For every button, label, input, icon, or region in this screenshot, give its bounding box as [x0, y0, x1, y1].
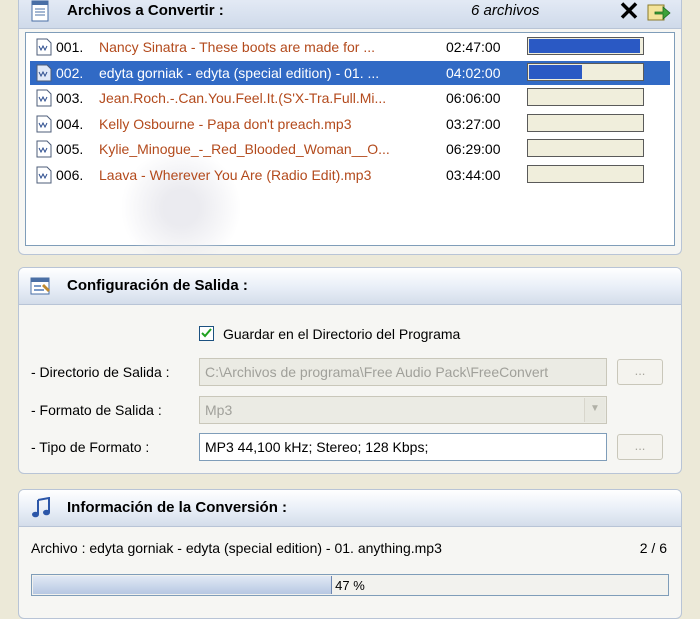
chevron-down-icon[interactable]: ▼ [584, 398, 605, 422]
settings-window-icon [30, 277, 50, 295]
file-progress-fill [529, 64, 582, 79]
file-name: Jean.Roch.-.Can.You.Feel.It.(S'X-Tra.Ful… [99, 90, 387, 106]
export-arrow-icon[interactable] [647, 0, 671, 22]
file-progress-bar [527, 139, 644, 157]
file-name: edyta gorniak - edyta (special edition) … [99, 64, 380, 81]
file-counter: 2 / 6 [639, 540, 667, 556]
audio-file-icon [36, 115, 52, 132]
conversion-progress-bar: 47 % [31, 574, 669, 596]
file-progress-bar [527, 113, 644, 132]
file-duration: 06:29:00 [446, 141, 501, 157]
file-number: 002. [56, 64, 84, 81]
file-count: 6 archivos [471, 2, 540, 19]
file-row[interactable]: 002. edyta gorniak - edyta (special editi… [30, 60, 670, 85]
files-panel: Archivos a Convertir : 6 archivos ✕ 001.… [18, 0, 682, 255]
file-duration: 02:47:00 [446, 39, 501, 55]
file-number: 004. [56, 115, 84, 132]
current-file-text: Archivo : edyta gorniak - edyta (special… [31, 540, 442, 556]
file-row[interactable]: 003. Jean.Roch.-.Can.You.Feel.It.(S'X-Tra… [30, 86, 670, 110]
file-duration: 06:06:00 [446, 90, 501, 106]
format-type-field[interactable]: MP3 44,100 kHz; Stereo; 128 Kbps; [199, 433, 607, 461]
format-type-label: - Tipo de Formato : [31, 439, 150, 455]
output-format-select[interactable]: Mp3 ▼ [199, 396, 607, 424]
audio-file-icon [36, 64, 52, 81]
conversion-progress-text: 47 % [335, 578, 365, 593]
info-panel-header: Información de la Conversión : [19, 490, 681, 527]
audio-file-icon [36, 140, 52, 158]
file-number: 001. [56, 39, 84, 55]
music-note-icon [32, 497, 50, 518]
remove-icon[interactable]: ✕ [616, 0, 642, 24]
file-number: 006. [56, 166, 84, 183]
file-progress-bar [527, 37, 644, 55]
file-list[interactable]: 001. Nancy Sinatra - These boots are made… [25, 32, 675, 254]
audio-file-icon [36, 89, 52, 107]
save-in-program-dir-label[interactable]: Guardar en el Directorio del Programa [223, 326, 460, 342]
checkmark-icon [201, 328, 212, 338]
audio-file-icon [36, 166, 52, 183]
file-progress-fill [529, 39, 640, 53]
file-name: Nancy Sinatra - These boots are made for… [99, 39, 375, 55]
output-dir-field[interactable]: C:\Archivos de programa\Free Audio Pack\… [199, 358, 607, 386]
audio-file-icon [36, 38, 52, 56]
config-panel: Configuración de Salida : Guardar en el … [18, 267, 682, 474]
output-dir-browse-button[interactable]: ... [617, 359, 663, 385]
file-progress-bar [527, 62, 644, 81]
config-panel-title: Configuración de Salida : [67, 277, 248, 294]
file-name: Laava - Wherever You Are (Radio Edit).mp… [99, 166, 372, 183]
file-number: 003. [56, 90, 84, 106]
file-duration: 03:44:00 [446, 166, 501, 183]
file-row[interactable]: 001. Nancy Sinatra - These boots are made… [30, 35, 670, 59]
config-panel-header: Configuración de Salida : [19, 268, 681, 305]
file-duration: 04:02:00 [446, 64, 501, 81]
format-type-browse-button[interactable]: ... [617, 434, 663, 460]
output-dir-label: - Directorio de Salida : [31, 364, 170, 380]
file-name: Kelly Osbourne - Papa don't preach.mp3 [99, 115, 352, 132]
document-list-icon [31, 0, 49, 22]
file-row[interactable]: 005. Kylie_Minogue_-_Red_Blooded_Woman__O… [30, 137, 670, 161]
files-panel-header: Archivos a Convertir : 6 archivos ✕ [19, 0, 681, 29]
output-format-value: Mp3 [205, 402, 233, 418]
files-panel-title: Archivos a Convertir : [67, 2, 224, 19]
file-duration: 03:27:00 [446, 115, 501, 132]
file-number: 005. [56, 141, 84, 157]
file-row[interactable]: 004. Kelly Osbourne - Papa don't preach.m… [30, 112, 670, 136]
file-name: Kylie_Minogue_-_Red_Blooded_Woman__O... [99, 141, 390, 157]
info-panel-title: Información de la Conversión : [67, 499, 288, 516]
file-progress-bar [527, 164, 644, 183]
output-format-label: - Formato de Salida : [31, 402, 162, 418]
file-row[interactable]: 006. Laava - Wherever You Are (Radio Edit… [30, 163, 670, 187]
file-progress-bar [527, 88, 644, 106]
save-in-program-dir-checkbox[interactable] [199, 326, 214, 341]
